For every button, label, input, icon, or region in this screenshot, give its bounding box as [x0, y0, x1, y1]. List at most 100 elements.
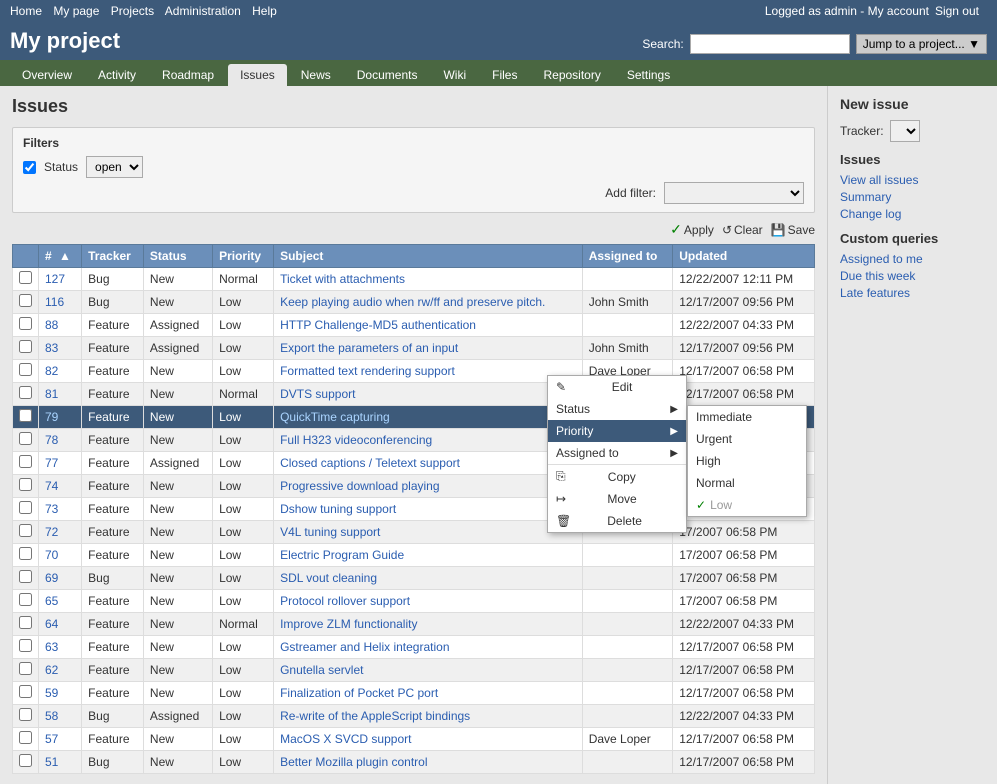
priority-normal[interactable]: Normal [688, 472, 806, 494]
row-subject-link[interactable]: Gnutella servlet [280, 663, 363, 677]
status-select[interactable]: open [86, 156, 143, 178]
context-status[interactable]: Status ▶ [548, 398, 686, 420]
priority-high[interactable]: High [688, 450, 806, 472]
row-subject-link[interactable]: Formatted text rendering support [280, 364, 455, 378]
tab-repository[interactable]: Repository [531, 64, 612, 86]
row-subject-link[interactable]: SDL vout cleaning [280, 571, 377, 585]
row-checkbox[interactable] [19, 547, 32, 560]
tab-documents[interactable]: Documents [345, 64, 430, 86]
row-id-link[interactable]: 74 [45, 479, 58, 493]
tab-roadmap[interactable]: Roadmap [150, 64, 226, 86]
sign-out-link[interactable]: Sign out [935, 4, 979, 18]
due-this-week-link[interactable]: Due this week [840, 269, 985, 283]
tab-activity[interactable]: Activity [86, 64, 148, 86]
row-id-link[interactable]: 70 [45, 548, 58, 562]
row-subject-link[interactable]: Closed captions / Teletext support [280, 456, 460, 470]
row-checkbox[interactable] [19, 570, 32, 583]
row-checkbox[interactable] [19, 294, 32, 307]
row-checkbox[interactable] [19, 616, 32, 629]
row-id-link[interactable]: 57 [45, 732, 58, 746]
row-id-link[interactable]: 79 [45, 410, 58, 424]
summary-link[interactable]: Summary [840, 190, 985, 204]
context-delete[interactable]: 🗑 Delete [548, 510, 686, 532]
row-subject-link[interactable]: HTTP Challenge-MD5 authentication [280, 318, 476, 332]
row-id-link[interactable]: 72 [45, 525, 58, 539]
row-id-link[interactable]: 65 [45, 594, 58, 608]
row-id-link[interactable]: 62 [45, 663, 58, 677]
context-assigned[interactable]: Assigned to ▶ [548, 442, 686, 464]
row-checkbox[interactable] [19, 524, 32, 537]
row-subject-link[interactable]: Ticket with attachments [280, 272, 405, 286]
row-id-link[interactable]: 69 [45, 571, 58, 585]
tab-files[interactable]: Files [480, 64, 529, 86]
row-id-link[interactable]: 64 [45, 617, 58, 631]
row-checkbox[interactable] [19, 455, 32, 468]
tab-news[interactable]: News [289, 64, 343, 86]
col-priority[interactable]: Priority [213, 245, 274, 268]
row-checkbox[interactable] [19, 386, 32, 399]
row-checkbox[interactable] [19, 754, 32, 767]
col-tracker[interactable]: Tracker [82, 245, 144, 268]
nav-help[interactable]: Help [252, 4, 277, 18]
row-id-link[interactable]: 51 [45, 755, 58, 769]
row-subject-link[interactable]: Keep playing audio when rw/ff and preser… [280, 295, 545, 309]
priority-urgent[interactable]: Urgent [688, 428, 806, 450]
row-subject-link[interactable]: Gstreamer and Helix integration [280, 640, 449, 654]
priority-immediate[interactable]: Immediate [688, 406, 806, 428]
row-id-link[interactable]: 77 [45, 456, 58, 470]
row-checkbox[interactable] [19, 271, 32, 284]
row-checkbox[interactable] [19, 685, 32, 698]
row-id-link[interactable]: 58 [45, 709, 58, 723]
late-features-link[interactable]: Late features [840, 286, 985, 300]
row-checkbox[interactable] [19, 363, 32, 376]
tab-issues[interactable]: Issues [228, 64, 287, 86]
col-assigned[interactable]: Assigned to [582, 245, 673, 268]
nav-projects[interactable]: Projects [111, 4, 154, 18]
row-checkbox[interactable] [19, 501, 32, 514]
row-checkbox[interactable] [19, 317, 32, 330]
tab-wiki[interactable]: Wiki [431, 64, 478, 86]
clear-link[interactable]: ↺ Clear [722, 223, 763, 237]
tracker-select[interactable] [890, 120, 920, 142]
row-id-link[interactable]: 88 [45, 318, 58, 332]
context-copy[interactable]: ⎘ Copy [548, 464, 686, 488]
row-id-link[interactable]: 127 [45, 272, 65, 286]
row-checkbox[interactable] [19, 478, 32, 491]
row-checkbox[interactable] [19, 432, 32, 445]
row-subject-link[interactable]: Improve ZLM functionality [280, 617, 417, 631]
row-subject-link[interactable]: Finalization of Pocket PC port [280, 686, 438, 700]
row-id-link[interactable]: 73 [45, 502, 58, 516]
row-checkbox[interactable] [19, 340, 32, 353]
apply-link[interactable]: ✓ Apply [670, 221, 714, 238]
row-checkbox[interactable] [19, 409, 32, 422]
nav-mypage[interactable]: My page [53, 4, 99, 18]
row-id-link[interactable]: 63 [45, 640, 58, 654]
context-move[interactable]: ↦ Move [548, 488, 686, 510]
priority-low[interactable]: ✓ Low [688, 494, 806, 516]
row-checkbox[interactable] [19, 708, 32, 721]
jump-to-project-button[interactable]: Jump to a project... ▼ [856, 34, 987, 54]
context-edit[interactable]: ✎ Edit [548, 376, 686, 398]
row-subject-link[interactable]: Dshow tuning support [280, 502, 396, 516]
add-filter-select[interactable] [664, 182, 804, 204]
search-input[interactable] [690, 34, 850, 54]
col-id[interactable]: # ▲ [39, 245, 82, 268]
context-priority[interactable]: Priority ▶ [548, 420, 686, 442]
row-checkbox[interactable] [19, 639, 32, 652]
row-subject-link[interactable]: Protocol rollover support [280, 594, 410, 608]
view-all-issues-link[interactable]: View all issues [840, 173, 985, 187]
row-subject-link[interactable]: Full H323 videoconferencing [280, 433, 432, 447]
row-subject-link[interactable]: Export the parameters of an input [280, 341, 458, 355]
row-subject-link[interactable]: Electric Program Guide [280, 548, 404, 562]
tab-overview[interactable]: Overview [10, 64, 84, 86]
nav-administration[interactable]: Administration [165, 4, 241, 18]
row-subject-link[interactable]: Better Mozilla plugin control [280, 755, 427, 769]
tab-settings[interactable]: Settings [615, 64, 682, 86]
change-log-link[interactable]: Change log [840, 207, 985, 221]
row-checkbox[interactable] [19, 662, 32, 675]
row-checkbox[interactable] [19, 731, 32, 744]
row-id-link[interactable]: 59 [45, 686, 58, 700]
assigned-to-me-link[interactable]: Assigned to me [840, 252, 985, 266]
row-subject-link[interactable]: V4L tuning support [280, 525, 380, 539]
col-updated[interactable]: Updated [673, 245, 815, 268]
